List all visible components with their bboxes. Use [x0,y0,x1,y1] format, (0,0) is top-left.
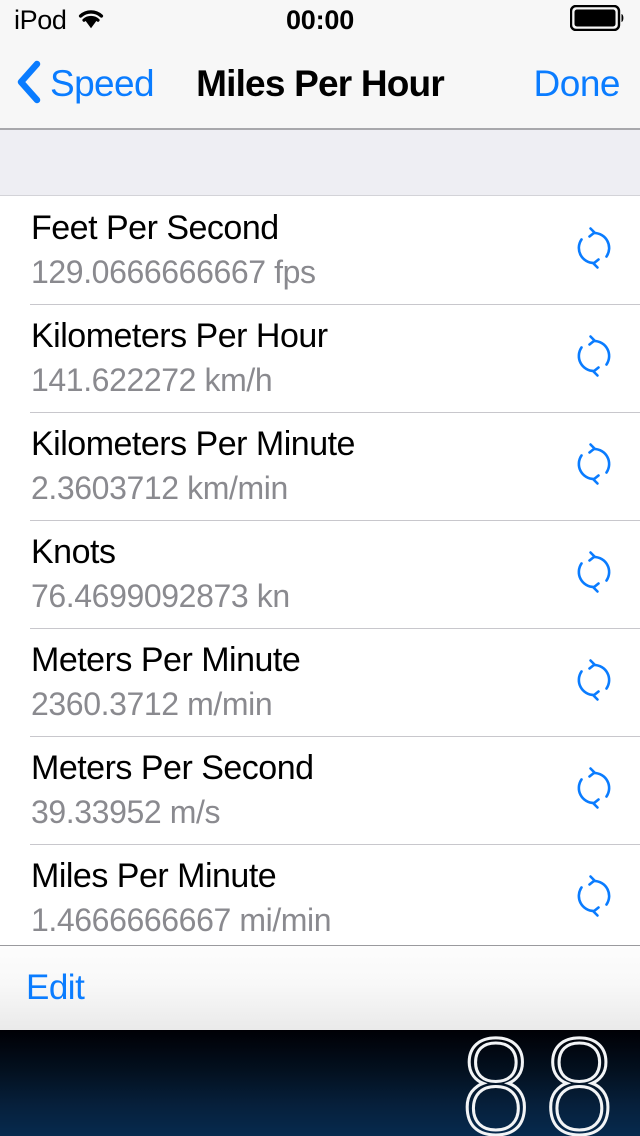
unit-name: Meters Per Minute [31,641,301,680]
banner-number: 88 [454,1030,622,1136]
refresh-button[interactable] [548,874,640,923]
refresh-button[interactable] [548,334,640,383]
done-button[interactable]: Done [534,63,621,105]
unit-value: 141.622272 km/h [31,361,273,398]
table-row[interactable]: Kilometers Per Hour 141.622272 km/h [0,304,640,412]
unit-value: 2360.3712 m/min [31,685,273,722]
unit-value: 39.33952 m/s [31,793,221,830]
unit-name: Kilometers Per Minute [31,425,355,464]
table-row[interactable]: Meters Per Minute 2360.3712 m/min [0,628,640,736]
refresh-icon [572,550,616,599]
table-row[interactable]: Miles Per Minute 1.4666666667 mi/min [0,844,640,952]
edit-button[interactable]: Edit [26,968,85,1008]
unit-name: Meters Per Second [31,749,314,788]
refresh-icon [572,874,616,923]
status-bar: iPod 00:00 [0,0,640,40]
bottom-toolbar: Edit [0,945,640,1030]
refresh-button[interactable] [548,766,640,815]
table-row[interactable]: Kilometers Per Minute 2.3603712 km/min [0,412,640,520]
row-text: Meters Per Minute 2360.3712 m/min [0,640,548,723]
refresh-button[interactable] [548,226,640,275]
refresh-icon [572,226,616,275]
section-header-band [0,130,640,196]
refresh-button[interactable] [548,550,640,599]
row-text: Feet Per Second 129.0666666667 fps [0,208,548,291]
refresh-icon [572,442,616,491]
bottom-banner: 88 [0,1030,640,1136]
table-row[interactable]: Feet Per Second 129.0666666667 fps [0,196,640,304]
unit-value: 129.0666666667 fps [31,253,316,290]
unit-name: Feet Per Second [31,209,279,248]
row-text: Miles Per Minute 1.4666666667 mi/min [0,856,548,939]
refresh-button[interactable] [548,658,640,707]
battery-full-icon [569,4,626,36]
row-text: Kilometers Per Hour 141.622272 km/h [0,316,548,399]
unit-name: Kilometers Per Hour [31,317,328,356]
refresh-icon [572,658,616,707]
navigation-bar: Speed Miles Per Hour Done [0,40,640,130]
refresh-icon [572,334,616,383]
unit-name: Knots [31,533,116,572]
table-row[interactable]: Meters Per Second 39.33952 m/s [0,736,640,844]
unit-list: Feet Per Second 129.0666666667 fps Kilom… [0,196,640,952]
unit-value: 2.3603712 km/min [31,469,288,506]
refresh-icon [572,766,616,815]
app-screen: iPod 00:00 Speed Miles Per Hour Done Fee… [0,0,640,1136]
row-text: Kilometers Per Minute 2.3603712 km/min [0,424,548,507]
unit-value: 76.4699092873 kn [31,577,290,614]
status-bar-right [569,4,626,36]
unit-name: Miles Per Minute [31,857,277,896]
row-text: Knots 76.4699092873 kn [0,532,548,615]
refresh-button[interactable] [548,442,640,491]
table-row[interactable]: Knots 76.4699092873 kn [0,520,640,628]
unit-value: 1.4666666667 mi/min [31,901,332,938]
row-text: Meters Per Second 39.33952 m/s [0,748,548,831]
clock-label: 00:00 [285,4,355,35]
